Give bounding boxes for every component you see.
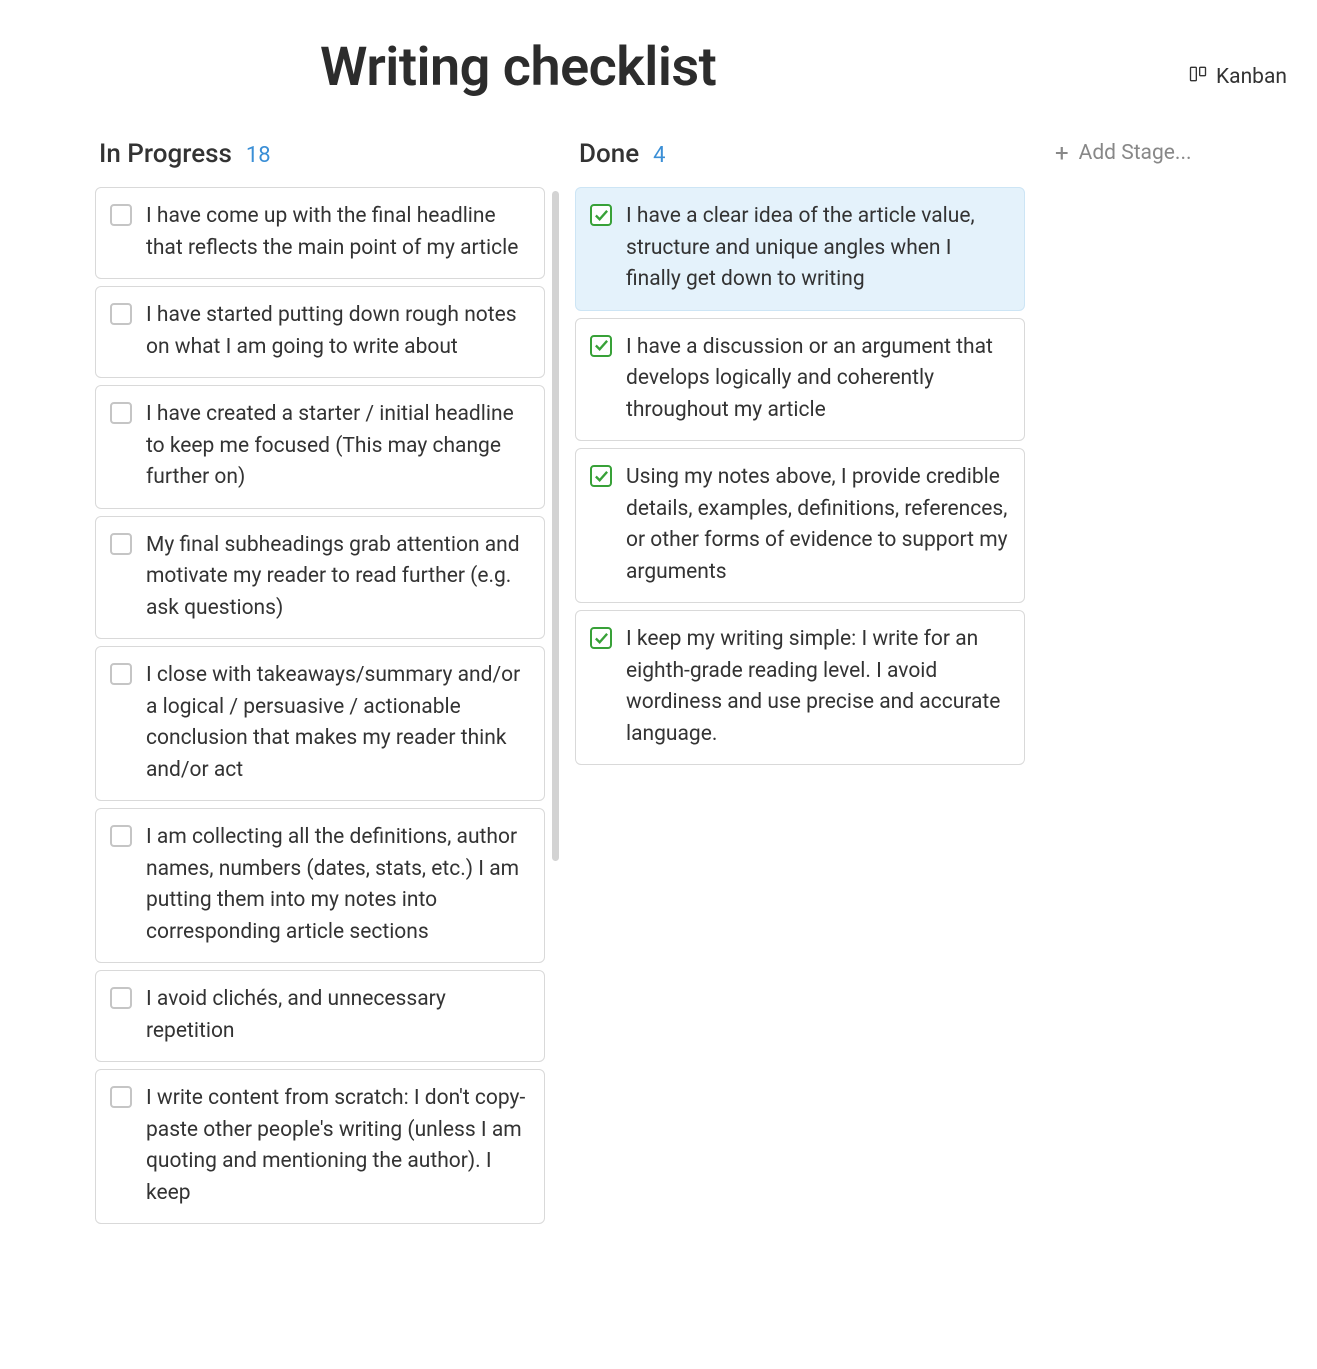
column-count: 4 — [653, 143, 665, 168]
kanban-board: In Progress 18 I have come up with the f… — [0, 139, 1317, 1224]
card[interactable]: I am collecting all the definitions, aut… — [95, 808, 545, 963]
checkbox[interactable] — [110, 987, 132, 1009]
column-header[interactable]: In Progress 18 — [95, 139, 545, 169]
add-stage-button[interactable]: + Add Stage... — [1055, 139, 1235, 165]
page-title: Writing checklist — [320, 36, 1317, 99]
cards-list: I have come up with the final headline t… — [95, 187, 545, 1224]
view-label: Kanban — [1216, 65, 1287, 89]
check-icon — [594, 631, 609, 646]
card-text: I avoid clichés, and unnecessary repetit… — [146, 984, 528, 1047]
checkbox-checked[interactable] — [590, 204, 612, 226]
column-count: 18 — [246, 143, 271, 168]
checkbox-checked[interactable] — [590, 335, 612, 357]
card-text: I have a clear idea of the article value… — [626, 201, 1008, 296]
card[interactable]: I have started putting down rough notes … — [95, 286, 545, 378]
card[interactable]: I write content from scratch: I don't co… — [95, 1069, 545, 1224]
card[interactable]: I have a clear idea of the article value… — [575, 187, 1025, 311]
checkbox-checked[interactable] — [590, 627, 612, 649]
card[interactable]: I keep my writing simple: I write for an… — [575, 610, 1025, 765]
card-text: I have created a starter / initial headl… — [146, 399, 528, 494]
checkbox[interactable] — [110, 303, 132, 325]
column-title: In Progress — [99, 139, 232, 169]
card-text: I have a discussion or an argument that … — [626, 332, 1008, 427]
card-text: I am collecting all the definitions, aut… — [146, 822, 528, 948]
card[interactable]: I have a discussion or an argument that … — [575, 318, 1025, 442]
checkbox-checked[interactable] — [590, 465, 612, 487]
plus-icon: + — [1055, 141, 1069, 165]
card-text: I write content from scratch: I don't co… — [146, 1083, 528, 1209]
scrollbar[interactable] — [552, 191, 559, 861]
view-selector[interactable]: Kanban — [1188, 64, 1287, 90]
card[interactable]: Using my notes above, I provide credible… — [575, 448, 1025, 603]
card-text: I close with takeaways/summary and/or a … — [146, 660, 528, 786]
kanban-icon — [1188, 64, 1208, 90]
checkbox[interactable] — [110, 1086, 132, 1108]
checkbox[interactable] — [110, 663, 132, 685]
checkbox[interactable] — [110, 533, 132, 555]
check-icon — [594, 469, 609, 484]
card[interactable]: I avoid clichés, and unnecessary repetit… — [95, 970, 545, 1062]
card[interactable]: My final subheadings grab attention and … — [95, 516, 545, 640]
card-text: I keep my writing simple: I write for an… — [626, 624, 1008, 750]
cards-list: I have a clear idea of the article value… — [575, 187, 1025, 765]
check-icon — [594, 208, 609, 223]
card-text: Using my notes above, I provide credible… — [626, 462, 1008, 588]
column-done: Done 4 I have a clear idea of the articl… — [575, 139, 1025, 765]
column-in-progress: In Progress 18 I have come up with the f… — [95, 139, 545, 1224]
column-title: Done — [579, 139, 639, 169]
checkbox[interactable] — [110, 825, 132, 847]
card[interactable]: I close with takeaways/summary and/or a … — [95, 646, 545, 801]
card-text: I have come up with the final headline t… — [146, 201, 528, 264]
check-icon — [594, 338, 609, 353]
add-stage-label: Add Stage... — [1079, 141, 1192, 165]
checkbox[interactable] — [110, 402, 132, 424]
column-header[interactable]: Done 4 — [575, 139, 1025, 169]
card-text: I have started putting down rough notes … — [146, 300, 528, 363]
card-text: My final subheadings grab attention and … — [146, 530, 528, 625]
checkbox[interactable] — [110, 204, 132, 226]
card[interactable]: I have come up with the final headline t… — [95, 187, 545, 279]
card[interactable]: I have created a starter / initial headl… — [95, 385, 545, 509]
